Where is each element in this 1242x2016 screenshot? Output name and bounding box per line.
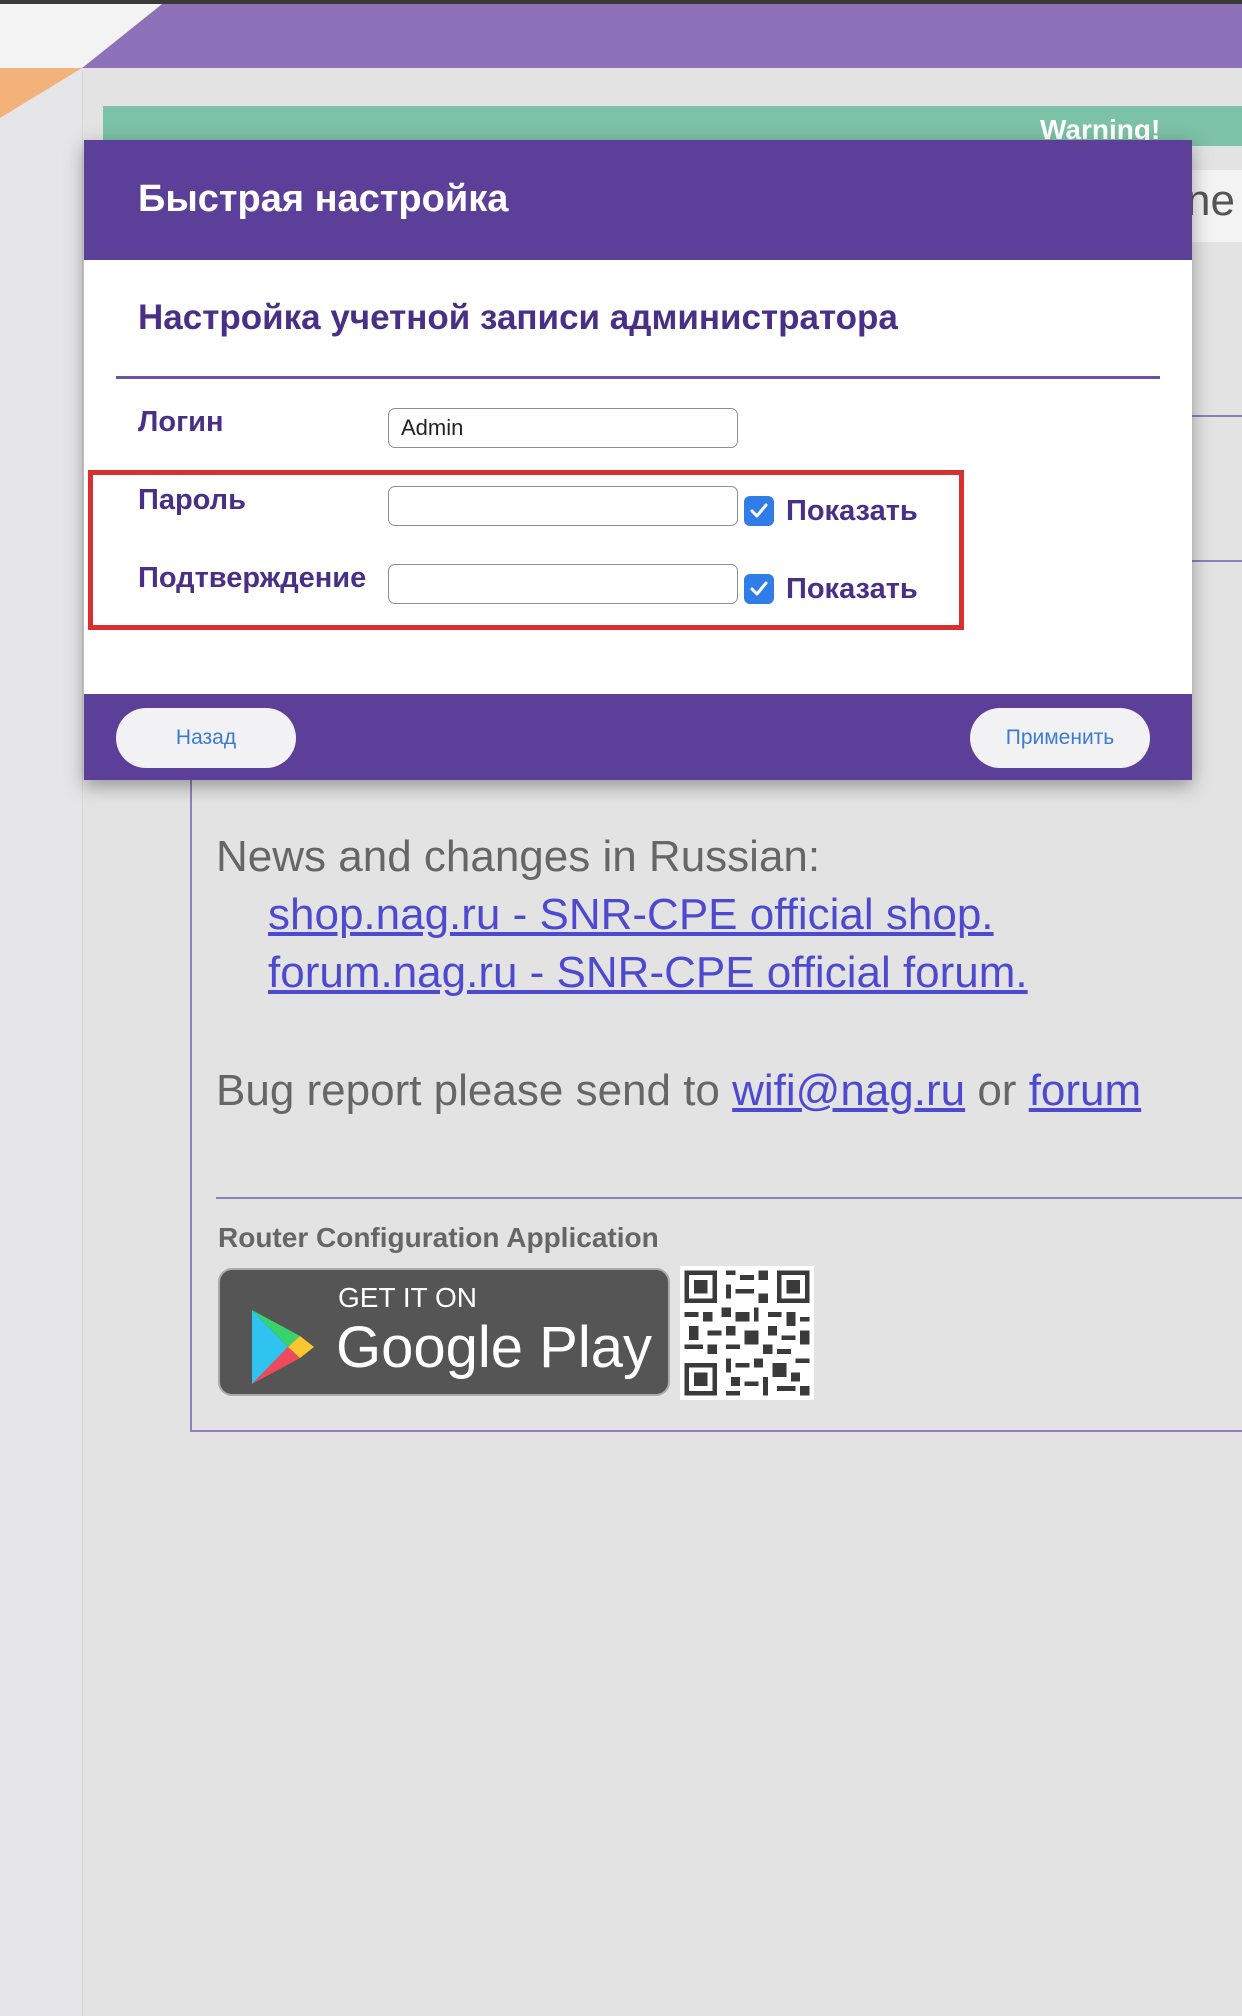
google-play-badge[interactable]: GET IT ON Google Play — [218, 1268, 670, 1396]
password-input[interactable] — [388, 486, 738, 526]
modal-footer: Назад Применить — [84, 694, 1192, 780]
section-title: Настройка учетной записи администратора — [138, 298, 898, 337]
bug-forum-link[interactable]: forum — [1029, 1066, 1141, 1115]
header-band — [82, 4, 1242, 68]
orange-corner-accent — [0, 68, 82, 118]
login-label: Логин — [138, 406, 224, 438]
bug-report-prefix: Bug report please send to — [216, 1066, 733, 1115]
top-edge-line — [0, 0, 1242, 4]
badge-small-text: GET IT ON — [338, 1282, 477, 1313]
password-label: Пароль — [138, 484, 246, 516]
badge-large-text: Google Play — [336, 1315, 652, 1380]
password-show-label: Показать — [786, 494, 918, 527]
confirm-show-checkbox[interactable] — [744, 574, 774, 604]
bug-report-line: Bug report please send to wifi@nag.ru or… — [216, 1066, 1141, 1116]
quick-setup-modal: Быстрая настройка Настройка учетной запи… — [84, 140, 1192, 780]
confirm-input[interactable] — [388, 564, 738, 604]
confirm-label: Подтверждение — [138, 562, 367, 594]
password-show-checkbox[interactable] — [744, 496, 774, 526]
app-section-label: Router Configuration Application — [218, 1222, 659, 1253]
section-divider-line — [116, 376, 1160, 379]
bug-report-or: or — [965, 1066, 1029, 1115]
apply-button[interactable]: Применить — [970, 708, 1150, 768]
login-input[interactable] — [388, 408, 738, 448]
email-link[interactable]: wifi@nag.ru — [732, 1066, 965, 1115]
confirm-show-toggle[interactable]: Показать — [744, 569, 918, 609]
modal-header: Быстрая настройка — [84, 140, 1192, 260]
google-play-logo-icon — [252, 1310, 314, 1384]
password-show-toggle[interactable]: Показать — [744, 491, 918, 531]
sidebar-divider — [82, 70, 83, 2016]
background-tab-label: ne — [1186, 176, 1235, 225]
forum-link[interactable]: forum.nag.ru - SNR-CPE official forum. — [268, 948, 1028, 998]
back-button[interactable]: Назад — [116, 708, 296, 768]
shop-link[interactable]: shop.nag.ru - SNR-CPE official shop. — [268, 890, 994, 940]
section-divider — [216, 1197, 1242, 1199]
left-sidebar-strip — [0, 0, 82, 2016]
checkmark-icon — [750, 503, 768, 518]
checkmark-icon — [750, 581, 768, 596]
qr-code-icon — [680, 1266, 814, 1400]
modal-title: Быстрая настройка — [138, 178, 509, 220]
news-intro: News and changes in Russian: — [216, 832, 821, 881]
router-web-page: Warning! ne News and changes in Russian:… — [0, 0, 1242, 2016]
confirm-show-label: Показать — [786, 572, 918, 605]
